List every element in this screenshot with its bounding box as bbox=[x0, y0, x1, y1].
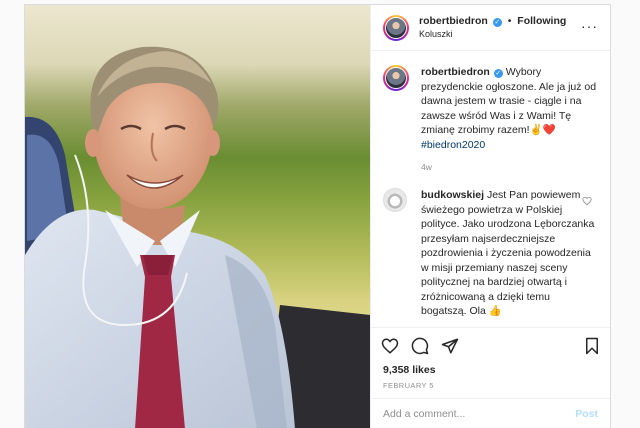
heart-icon[interactable] bbox=[381, 337, 399, 355]
photo-illustration bbox=[25, 46, 370, 428]
bookmark-icon[interactable] bbox=[584, 337, 600, 355]
comment-row: budkowskiej Jest Pan powiewem świeżego p… bbox=[383, 188, 598, 319]
more-options-icon[interactable]: ··· bbox=[581, 19, 598, 33]
following-button[interactable]: Following bbox=[517, 15, 566, 27]
comment-text-block: budkowskiej Jest Pan powiewem świeżego p… bbox=[421, 188, 597, 319]
action-bar bbox=[371, 327, 610, 363]
header-text: robertbiedron ✓ • Following Koluszki bbox=[419, 15, 566, 41]
separator-dot: • bbox=[507, 14, 512, 27]
comment-like-heart-icon[interactable] bbox=[582, 196, 592, 206]
comments-section: robertbiedron ✓ Wybory prezydenckie ogłos… bbox=[371, 51, 610, 327]
verified-badge-icon: ✓ bbox=[493, 69, 503, 78]
post-side-panel: robertbiedron ✓ • Following Koluszki ···… bbox=[370, 5, 610, 428]
comment-input[interactable] bbox=[383, 407, 576, 420]
commenter-avatar[interactable] bbox=[383, 188, 407, 212]
author-username[interactable]: robertbiedron bbox=[419, 15, 488, 27]
comment-text: Jest Pan powiewem świeżego powietrza w P… bbox=[421, 189, 595, 317]
post-modal: robertbiedron ✓ • Following Koluszki ···… bbox=[24, 4, 611, 428]
comment-bubble-icon[interactable] bbox=[411, 337, 429, 355]
caption-hashtag[interactable]: #biedron2020 bbox=[421, 139, 485, 151]
post-header: robertbiedron ✓ • Following Koluszki ··· bbox=[371, 5, 610, 51]
caption-timestamp[interactable]: 4w bbox=[421, 162, 598, 172]
author-avatar[interactable] bbox=[383, 14, 409, 41]
likes-count[interactable]: 9,358 likes bbox=[371, 363, 610, 378]
caption-author-avatar[interactable] bbox=[383, 65, 409, 91]
caption-author-username[interactable]: robertbiedron bbox=[421, 66, 490, 78]
caption-text-block: robertbiedron ✓ Wybory prezydenckie ogłos… bbox=[421, 65, 597, 152]
paper-plane-icon[interactable] bbox=[441, 337, 459, 355]
post-comment-button[interactable]: Post bbox=[575, 408, 598, 420]
commenter-username[interactable]: budkowskiej bbox=[421, 189, 484, 201]
verified-badge-icon: ✓ bbox=[492, 17, 502, 27]
post-date[interactable]: FEBRUARY 5 bbox=[371, 378, 610, 398]
post-location[interactable]: Koluszki bbox=[419, 28, 566, 41]
caption-row: robertbiedron ✓ Wybory prezydenckie ogłos… bbox=[383, 65, 598, 152]
post-photo[interactable] bbox=[25, 5, 370, 428]
add-comment-bar: Post bbox=[371, 398, 610, 428]
